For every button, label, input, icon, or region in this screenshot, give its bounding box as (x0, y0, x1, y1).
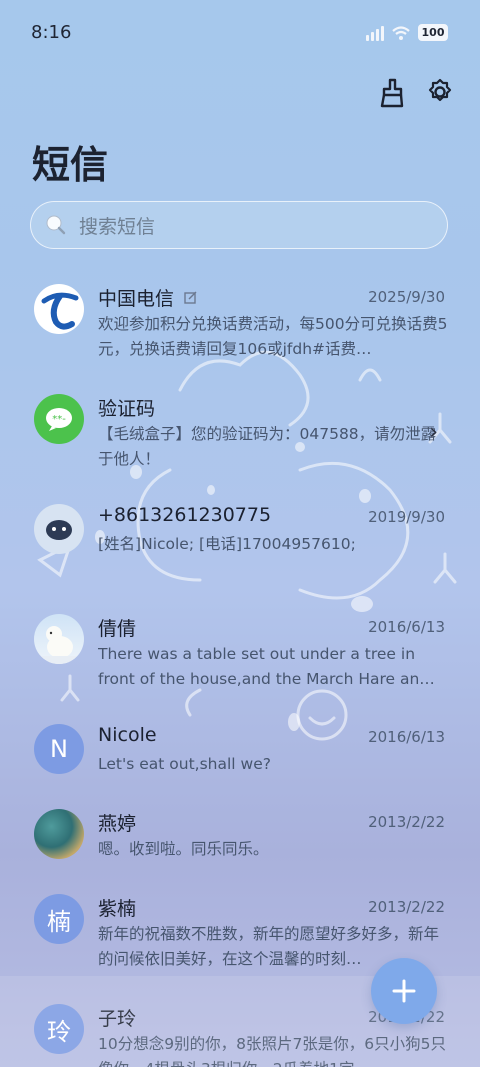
message-preview: 欢迎参加积分兑换话费活动，每500分可兑换话费5元，兑换话费请回复106或jfd… (98, 315, 448, 358)
clean-brush-button[interactable] (378, 78, 406, 108)
top-actions (378, 78, 454, 108)
conversation-row[interactable]: 中国电信 2025/9/30 欢迎参加积分兑换话费活动，每500分可兑换话费5元… (0, 272, 480, 380)
china-telecom-logo (34, 284, 84, 334)
chevron-right-icon: › (429, 420, 438, 445)
wifi-icon (392, 25, 410, 40)
page-title: 短信 (32, 143, 109, 187)
status-time: 8:16 (31, 22, 72, 43)
message-date: 2013/2/22 (368, 813, 445, 831)
message-date: 2025/9/30 (368, 288, 445, 306)
status-bar: 8:16 100 (0, 0, 480, 64)
conversation-row[interactable]: +8613261230775 2019/9/30 [姓名]Nicole; [电话… (0, 492, 480, 600)
new-message-button[interactable] (371, 958, 437, 1024)
brush-icon (380, 78, 404, 108)
avatar: 楠 (34, 894, 84, 944)
status-icons: 100 (366, 24, 448, 41)
contact-name: 中国电信 (98, 288, 175, 310)
search-icon (46, 215, 66, 235)
message-date: 2016/6/13 (368, 728, 445, 746)
search-placeholder: 搜索短信 (79, 215, 156, 238)
message-preview: Let's eat out,shall we? (98, 755, 271, 773)
cartoon-avatar (34, 504, 84, 554)
signal-icon (366, 25, 384, 41)
battery-icon: 100 (418, 24, 448, 41)
settings-button[interactable] (426, 78, 454, 108)
contact-name: 验证码 (98, 398, 156, 420)
conversation-row[interactable]: 倩倩 2016/6/13 There was a table set out u… (0, 602, 480, 710)
edit-icon (184, 291, 197, 304)
search-input[interactable]: 搜索短信 (30, 201, 448, 249)
message-preview: There was a table set out under a tree i… (98, 645, 435, 688)
landscape-photo (34, 809, 84, 859)
message-date: 2019/9/30 (368, 508, 445, 526)
contact-name: 倩倩 (98, 618, 137, 640)
contact-name: 紫楠 (98, 898, 137, 920)
avatar: N (34, 724, 84, 774)
message-preview: 嗯。收到啦。同乐同乐。 (98, 840, 269, 858)
contact-name: 燕婷 (98, 813, 137, 835)
gear-icon (428, 78, 452, 102)
contact-name: +8613261230775 (98, 504, 272, 526)
message-bubble-icon: **- (34, 394, 84, 444)
polar-bear-photo (34, 614, 84, 664)
message-date: 2016/6/13 (368, 618, 445, 636)
conversation-row[interactable]: **- 验证码 【毛绒盒子】您的验证码为：047588，请勿泄露于他人！ › (0, 382, 480, 490)
message-preview: 【毛绒盒子】您的验证码为：047588，请勿泄露于他人！ (98, 425, 437, 468)
message-preview: [姓名]Nicole; [电话]17004957610; (98, 535, 356, 553)
message-date: 2013/2/22 (368, 898, 445, 916)
contact-name: Nicole (98, 724, 157, 746)
plus-icon (392, 979, 416, 1003)
svg-text:**-: **- (52, 414, 66, 425)
